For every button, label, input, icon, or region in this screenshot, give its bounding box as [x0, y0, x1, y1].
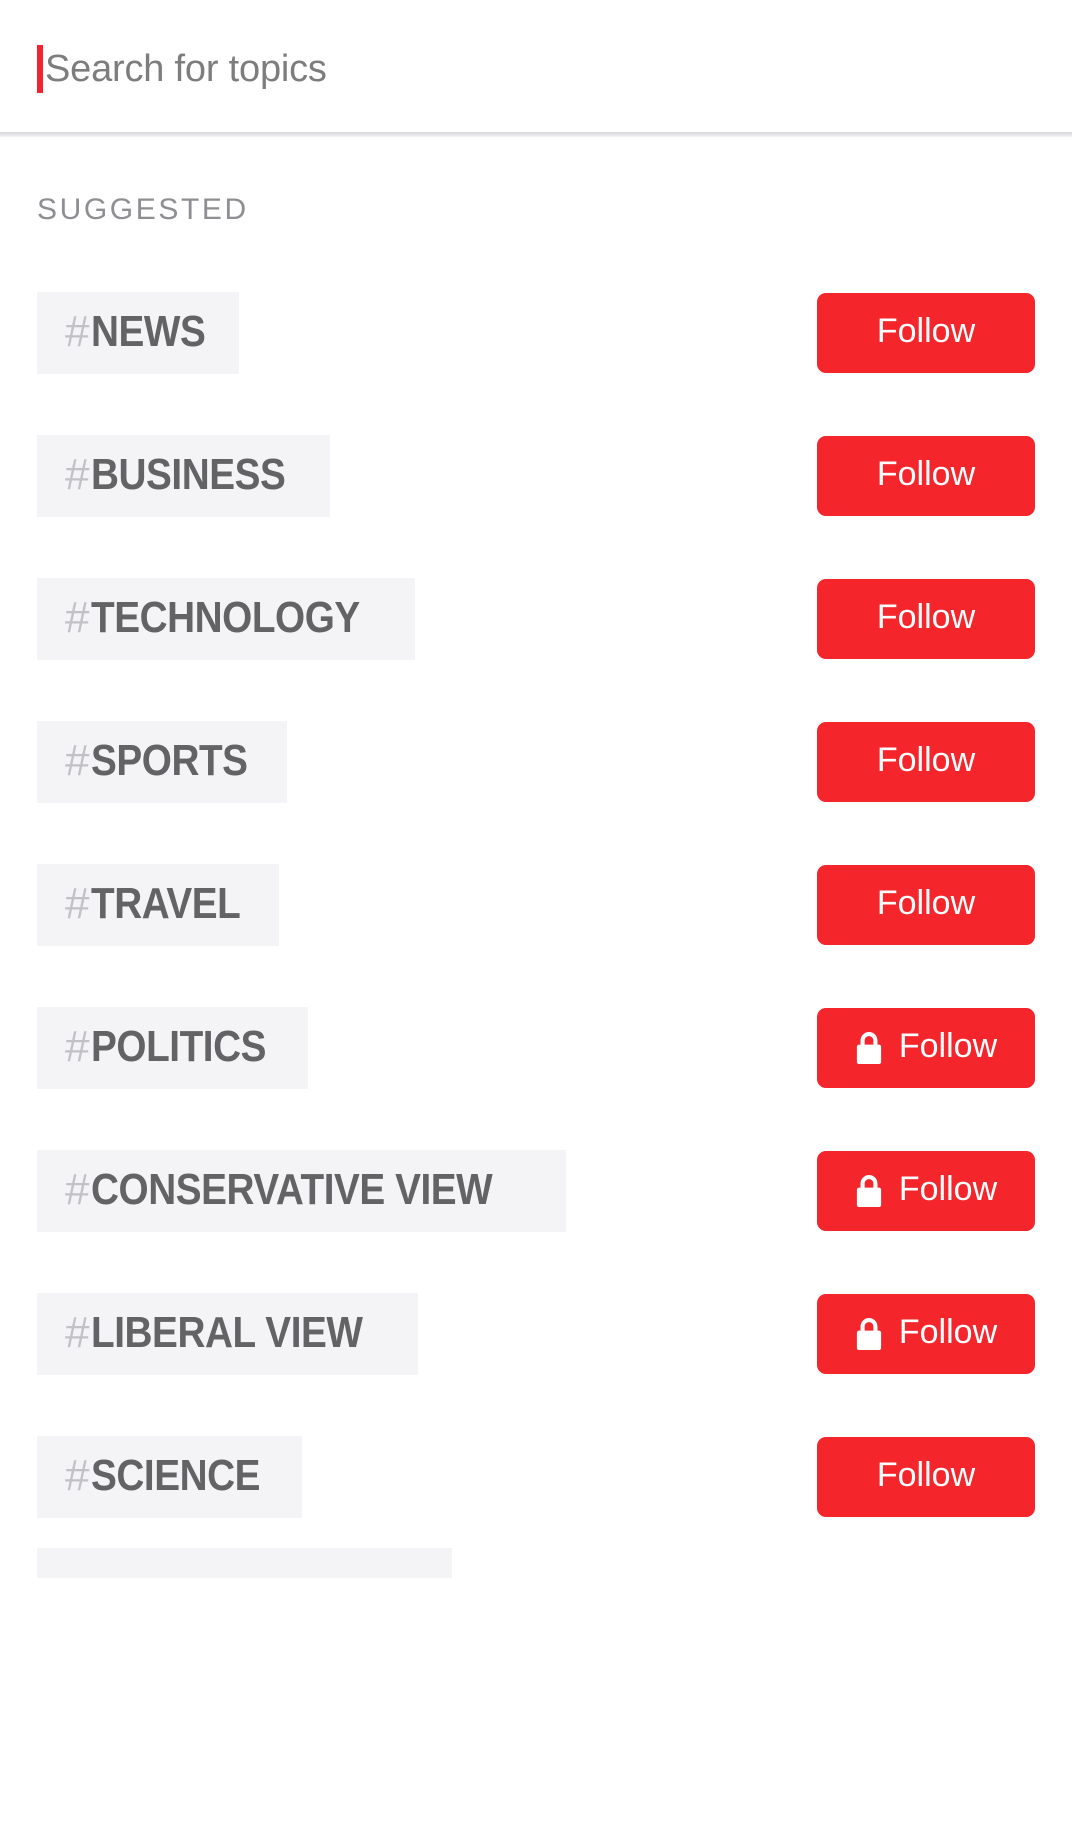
follow-button-label: Follow — [876, 454, 976, 493]
hashtag-symbol: # — [65, 449, 90, 499]
topic-name: CONSERVATIVE VIEW — [91, 1164, 493, 1214]
lock-icon — [856, 1031, 881, 1064]
hashtag-symbol: # — [65, 1021, 90, 1071]
lock-icon — [856, 1174, 881, 1207]
topic-tag[interactable]: # POLITICS — [37, 1006, 309, 1089]
follow-button[interactable]: Follow — [817, 721, 1035, 802]
topic-name: SCIENCE — [91, 1450, 261, 1500]
follow-button[interactable]: Follow — [817, 292, 1035, 373]
topic-tag[interactable]: # SPORTS — [37, 720, 288, 803]
topic-tag[interactable]: # BUSINESS — [37, 434, 331, 517]
topic-name: NEWS — [91, 306, 206, 356]
follow-button-label: Follow — [898, 1169, 998, 1208]
hashtag-symbol: # — [65, 1450, 90, 1500]
topic-name: SPORTS — [91, 735, 249, 785]
hashtag-symbol: # — [65, 878, 90, 928]
hashtag-symbol: # — [65, 306, 90, 356]
topic-name: TECHNOLOGY — [91, 592, 361, 642]
follow-button[interactable]: Follow — [817, 1150, 1035, 1231]
follow-button-label: Follow — [898, 1026, 998, 1065]
section-heading-suggested: SUGGESTED — [37, 193, 249, 226]
search-placeholder-text: Search for topics — [45, 47, 327, 90]
follow-button[interactable]: Follow — [817, 1293, 1035, 1374]
topic-row[interactable]: # TRAVEL Follow — [0, 833, 1072, 976]
text-caret — [37, 44, 43, 93]
follow-button[interactable]: Follow — [817, 578, 1035, 659]
topic-row[interactable]: # POLITICS Follow — [0, 976, 1072, 1119]
topic-row[interactable]: # CONSERVATIVE VIEW Follow — [0, 1119, 1072, 1262]
suggested-topics-panel: SUGGESTED # NEWS Follow # BUSINESS Follow # TEC… — [0, 195, 1072, 1578]
topic-name: TRAVEL — [91, 878, 241, 928]
hashtag-symbol: # — [65, 592, 90, 642]
topic-tag[interactable]: # TRAVEL — [37, 863, 280, 946]
topic-tag[interactable]: # TECHNOLOGY — [37, 577, 415, 660]
topic-row-partial[interactable] — [0, 1548, 1072, 1578]
topic-row[interactable]: # NEWS Follow — [0, 261, 1072, 404]
search-bar[interactable]: Search for topics — [0, 0, 1072, 137]
follow-button[interactable]: Follow — [817, 1436, 1035, 1517]
lock-icon — [856, 1317, 881, 1350]
topic-row[interactable]: # BUSINESS Follow — [0, 404, 1072, 547]
follow-button-label: Follow — [876, 740, 976, 779]
follow-button[interactable]: Follow — [817, 864, 1035, 945]
follow-button-label: Follow — [898, 1312, 998, 1351]
topic-tag-partial — [37, 1548, 452, 1578]
topic-name: LIBERAL VIEW — [91, 1307, 363, 1357]
topic-tag[interactable]: # LIBERAL VIEW — [37, 1292, 419, 1375]
topic-row[interactable]: # SCIENCE Follow — [0, 1405, 1072, 1548]
follow-button-label: Follow — [876, 597, 976, 636]
topic-name: BUSINESS — [91, 449, 286, 499]
topic-name: POLITICS — [91, 1021, 267, 1071]
topic-row[interactable]: # TECHNOLOGY Follow — [0, 547, 1072, 690]
follow-button[interactable]: Follow — [817, 1007, 1035, 1088]
search-input[interactable]: Search for topics — [37, 39, 327, 99]
follow-button-label: Follow — [876, 883, 976, 922]
topic-row[interactable]: # SPORTS Follow — [0, 690, 1072, 833]
topic-tag[interactable]: # NEWS — [37, 291, 240, 374]
topic-tag[interactable]: # SCIENCE — [37, 1435, 302, 1518]
hashtag-symbol: # — [65, 735, 90, 785]
topic-row[interactable]: # LIBERAL VIEW Follow — [0, 1262, 1072, 1405]
hashtag-symbol: # — [65, 1164, 90, 1214]
hashtag-symbol: # — [65, 1307, 90, 1357]
follow-button-label: Follow — [876, 311, 976, 350]
follow-button-label: Follow — [876, 1455, 976, 1494]
topic-tag[interactable]: # CONSERVATIVE VIEW — [37, 1149, 566, 1232]
search-bar-divider — [0, 132, 1072, 137]
follow-button[interactable]: Follow — [817, 435, 1035, 516]
topic-list: # NEWS Follow # BUSINESS Follow # TECHNOLOGY Fol… — [0, 261, 1072, 1548]
